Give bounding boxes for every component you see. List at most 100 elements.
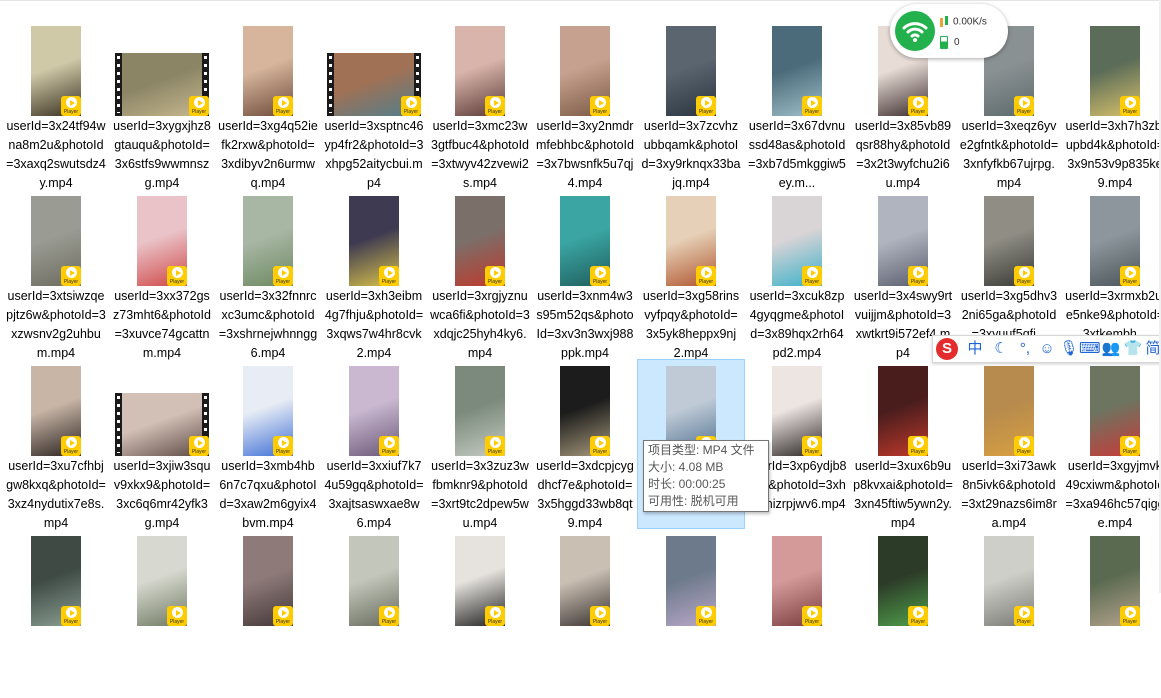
file-item[interactable]: Player userId=3x67dvnussd48as&photoId=3xb… xyxy=(744,20,850,190)
video-thumbnail: Player xyxy=(31,366,81,456)
file-item[interactable]: Player userId=3xtsiwzqepjtz6w&photoId=3xz… xyxy=(3,190,109,360)
player-badge-icon: Player xyxy=(485,606,505,626)
file-name: userId=3xmc23w3gtfbuc4&photoId=3xtwyv42z… xyxy=(431,119,529,190)
file-thumbnail-area: Player xyxy=(850,360,956,456)
ime-button[interactable]: 中 xyxy=(965,339,985,359)
file-item[interactable]: Player userId=3x24tf94wna8m2u&photoId=3xa… xyxy=(3,20,109,190)
play-icon xyxy=(1125,97,1136,108)
file-name: userId=3xy2nmdrmfebhbc&photoId=3x7bwsnfk… xyxy=(536,119,634,190)
file-item[interactable]: Player userId=3xdcpjcygdhcf7e&photoId=3x5… xyxy=(532,360,638,530)
file-item[interactable]: Player userId=3xg4q52iefk2rxw&photoId=3xd… xyxy=(215,20,321,190)
ime-button[interactable]: ☾ xyxy=(991,339,1011,359)
file-item[interactable]: Player xyxy=(532,530,638,698)
file-item[interactable]: Player xyxy=(1062,530,1161,698)
file-item[interactable]: Player userId=3xu7cfhbjgw8kxq&photoId=3xz… xyxy=(3,360,109,530)
file-thumbnail-area: Player xyxy=(956,190,1062,286)
file-item[interactable]: Player userId=3xg58rinsvyfpqy&photoId=3x5… xyxy=(638,190,744,360)
file-thumbnail-area: Player xyxy=(109,530,215,626)
file-item[interactable]: Player userId=3xh7h3zbiupbd4k&photoId=3x9… xyxy=(1062,20,1161,190)
play-icon xyxy=(1019,97,1030,108)
network-speed-widget[interactable]: 0.00K/s 0 xyxy=(890,4,1008,58)
file-name: userId=3xrgjyznuwca6fi&photoId=3xdqjc25h… xyxy=(430,289,530,360)
file-item[interactable]: Player userId=3xy2nmdrmfebhbc&photoId=3x7… xyxy=(532,20,638,190)
play-icon xyxy=(278,607,289,618)
player-badge-icon: Player xyxy=(590,436,610,456)
ime-button[interactable]: 👕 xyxy=(1123,339,1143,359)
file-item[interactable]: Player userId=3xx372gsz73mht6&photoId=3xu… xyxy=(109,190,215,360)
file-item[interactable]: Player userId=3x32fnnrcxc3umc&photoId=3xs… xyxy=(215,190,321,360)
play-icon xyxy=(1019,607,1030,618)
file-item[interactable]: Player xyxy=(850,530,956,698)
file-item[interactable]: Player userId=3x4swy9rtvuijjm&photoId=3xw… xyxy=(850,190,956,360)
sogou-logo-icon[interactable]: S xyxy=(936,338,958,360)
file-item[interactable]: Player userId=3xjiw3squv9xkx9&photoId=3xc… xyxy=(109,360,215,530)
file-item[interactable]: Player userId=3xsptnc46yp4fr2&photoId=3xh… xyxy=(321,20,427,190)
file-item[interactable]: Player userId=3xxiuf7k74u59gq&photoId=3xa… xyxy=(321,360,427,530)
file-name: userId=3xx372gsz73mht6&photoId=3xuvce74g… xyxy=(113,289,211,360)
file-thumbnail-area: Player xyxy=(427,530,533,626)
file-item[interactable]: Player userId=3xrgjyznuwca6fi&photoId=3xd… xyxy=(427,190,533,360)
file-item[interactable]: Player xyxy=(109,530,215,698)
file-item[interactable]: Player userId=3xmb4hb6n7c7qxu&photoId=3xa… xyxy=(215,360,321,530)
player-badge-icon: Player xyxy=(485,436,505,456)
play-icon xyxy=(595,607,606,618)
video-thumbnail: Player xyxy=(772,26,822,116)
file-item[interactable]: Player xyxy=(956,530,1062,698)
video-thumbnail: Player xyxy=(1090,196,1140,286)
player-badge-text: Player xyxy=(1016,279,1032,285)
file-item[interactable]: Player userId=3xh3eibm4g7fhju&photoId=3xq… xyxy=(321,190,427,360)
file-item[interactable]: Player userId=3xygxjhz8gtauqu&photoId=3x6… xyxy=(109,20,215,190)
file-name: userId=3x67dvnussd48as&photoId=3xb7d5mkg… xyxy=(748,119,846,190)
tooltip-type: 项目类型: MP4 文件 xyxy=(648,443,755,457)
file-item[interactable]: Player xyxy=(427,530,533,698)
video-thumbnail: Player xyxy=(243,366,293,456)
file-item[interactable]: Player xyxy=(3,530,109,698)
file-item[interactable]: Player userId=3xux6b9up8kvxai&photoId=3xn… xyxy=(850,360,956,530)
ime-toolbar[interactable]: S 中 ☾ °, ☺ 🎙 ⌨ 👥 👕 简 xyxy=(932,335,1161,363)
file-item[interactable]: Player userId=3xmc23w3gtfbuc4&photoId=3xt… xyxy=(427,20,533,190)
file-item[interactable]: Player xyxy=(215,530,321,698)
file-name: userId=3xjiw3squv9xkx9&photoId=3xc6q6mr4… xyxy=(113,459,211,530)
file-name: userId=3xxiuf7k74u59gq&photoId=3xajtsasw… xyxy=(324,459,424,530)
file-item[interactable]: Player userId=3xi73awk8n5ivk6&photoId=3xt… xyxy=(956,360,1062,530)
play-icon xyxy=(490,607,501,618)
ime-button[interactable]: ☺ xyxy=(1037,339,1057,359)
file-item[interactable]: Player userId=3xcuk8zp4gyqgme&photoId=3x8… xyxy=(744,190,850,360)
file-item[interactable]: Player xyxy=(638,530,744,698)
player-badge-icon: Player xyxy=(908,606,928,626)
file-item[interactable]: Player xyxy=(744,530,850,698)
video-thumbnail: Player xyxy=(878,196,928,286)
file-item[interactable]: Player userId=3xnm4w3s95m52qs&photoId=3xv… xyxy=(532,190,638,360)
player-badge-text: Player xyxy=(275,109,291,115)
file-item[interactable]: Player userId=3x3zuz3wfbmknr9&photoId=3xr… xyxy=(427,360,533,530)
player-badge-text: Player xyxy=(1122,449,1138,455)
device-count-value: 0 xyxy=(954,37,960,49)
ime-button[interactable]: 👥 xyxy=(1101,339,1121,359)
player-badge-text: Player xyxy=(191,109,207,115)
video-thumbnail: Player xyxy=(666,26,716,116)
file-name: userId=3xi73awk8n5ivk6&photoId=3xt29nazs… xyxy=(961,459,1057,530)
ime-button[interactable]: 🎙 xyxy=(1059,339,1079,359)
file-name: userId=3xh3eibm4g7fhju&photoId=3xqws7w4h… xyxy=(324,289,424,360)
ime-button[interactable]: ⌨ xyxy=(1079,339,1101,359)
file-item[interactable]: Player userId=3x7zcvhzubbqamk&photoId=3xy… xyxy=(638,20,744,190)
play-icon xyxy=(1019,267,1030,278)
file-thumbnail-area: Player xyxy=(638,190,744,286)
play-icon xyxy=(66,267,77,278)
ime-button[interactable]: °, xyxy=(1015,339,1035,359)
video-thumbnail: Player xyxy=(137,196,187,286)
player-badge-icon: Player xyxy=(590,96,610,116)
player-badge-icon: Player xyxy=(590,606,610,626)
play-icon xyxy=(490,267,501,278)
video-thumbnail: Player xyxy=(455,196,505,286)
file-item[interactable]: Player xyxy=(321,530,427,698)
player-badge-text: Player xyxy=(403,109,419,115)
file-item[interactable]: Player userId=3xrmxb2uje5nke9&photoId=3xt… xyxy=(1062,190,1161,358)
player-badge-icon: Player xyxy=(802,606,822,626)
play-icon xyxy=(913,607,924,618)
file-item[interactable]: Player userId=3xgyjmvk49cxiwm&photoId=3xa… xyxy=(1062,360,1161,530)
file-thumbnail-area: Player xyxy=(850,530,956,626)
player-badge-text: Player xyxy=(169,279,185,285)
file-thumbnail-area: Player xyxy=(427,360,533,456)
file-item[interactable]: Player userId=3xg5dhv32ni65ga&photoId=3xy… xyxy=(956,190,1062,358)
